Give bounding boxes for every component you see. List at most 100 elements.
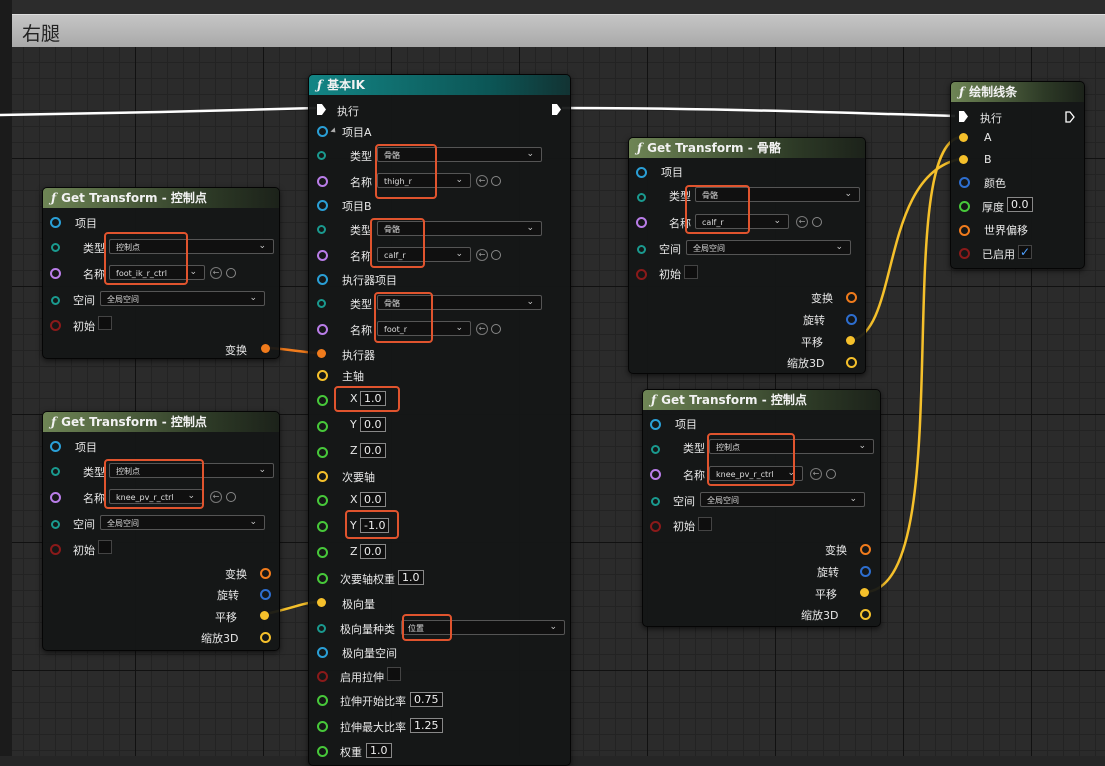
enum-pin[interactable]: [51, 296, 60, 305]
vector-pin[interactable]: [860, 609, 871, 620]
reset-arrow-icon[interactable]: ←: [210, 491, 222, 503]
enabled-checkbox[interactable]: ✓: [1018, 245, 1032, 259]
reset-arrow-icon[interactable]: ←: [476, 323, 488, 335]
float-pin[interactable]: [317, 421, 328, 432]
enum-pin[interactable]: [51, 243, 60, 252]
thickness-field[interactable]: 0.0: [1007, 197, 1033, 212]
enum-pin[interactable]: [317, 299, 326, 308]
node-title[interactable]: ƒ 基本IK: [309, 75, 570, 95]
float-pin[interactable]: [959, 201, 970, 212]
initial-checkbox[interactable]: [98, 316, 112, 330]
exec-out-pin[interactable]: [552, 104, 561, 115]
name-pin[interactable]: [317, 250, 328, 261]
bool-pin[interactable]: [650, 521, 661, 532]
bool-pin[interactable]: [959, 248, 970, 259]
node-title[interactable]: ƒ 绘制线条: [951, 82, 1084, 102]
transform-pin[interactable]: [860, 544, 871, 555]
reset-arrow-icon[interactable]: ←: [476, 175, 488, 187]
struct-pin[interactable]: [636, 167, 647, 178]
enum-pin[interactable]: [51, 520, 60, 529]
exec-in-pin[interactable]: [317, 104, 326, 115]
space-dropdown[interactable]: 全局空间 ⌄: [686, 240, 851, 255]
float-pin[interactable]: [317, 573, 328, 584]
struct-pin[interactable]: [50, 217, 61, 228]
name-pin[interactable]: [636, 217, 647, 228]
float-pin[interactable]: [317, 521, 328, 532]
name-pin[interactable]: [317, 176, 328, 187]
name-pin[interactable]: [50, 268, 61, 279]
reset-arrow-icon[interactable]: ←: [210, 267, 222, 279]
secondary-z-field[interactable]: 0.0: [360, 544, 386, 559]
float-pin[interactable]: [317, 721, 328, 732]
bool-pin[interactable]: [50, 320, 61, 331]
search-icon[interactable]: [226, 492, 236, 502]
search-icon[interactable]: [491, 176, 501, 186]
draw-line-node[interactable]: ƒ 绘制线条 执行 A B 颜色 厚度 0.0 世界偏移 已启用 ✓: [950, 81, 1085, 269]
enum-pin[interactable]: [637, 193, 646, 202]
node-title[interactable]: ƒ Get Transform - 骨骼: [629, 138, 865, 158]
reset-arrow-icon[interactable]: ←: [796, 216, 808, 228]
secondary-weight-field[interactable]: 1.0: [398, 570, 424, 585]
search-icon[interactable]: [226, 268, 236, 278]
struct-pin[interactable]: [317, 126, 328, 137]
node-title[interactable]: ƒ Get Transform - 控制点: [643, 390, 880, 410]
float-pin[interactable]: [317, 447, 328, 458]
stretch-max-field[interactable]: 1.25: [410, 718, 443, 733]
float-pin[interactable]: [317, 547, 328, 558]
get-transform-control-node[interactable]: ƒ Get Transform - 控制点 项目 类型 控制点 ⌄ 名称 knee_…: [42, 411, 280, 651]
transform-pin[interactable]: [846, 292, 857, 303]
float-pin[interactable]: [317, 495, 328, 506]
bool-pin[interactable]: [50, 544, 61, 555]
search-icon[interactable]: [812, 217, 822, 227]
bool-pin[interactable]: [317, 671, 328, 682]
reset-arrow-icon[interactable]: ←: [810, 468, 822, 480]
get-transform-control-node[interactable]: ƒ Get Transform - 控制点 项目 类型 控制点 ⌄ 名称 knee_…: [642, 389, 881, 627]
primary-y-field[interactable]: 0.0: [360, 417, 386, 432]
rotator-pin[interactable]: [860, 566, 871, 577]
initial-checkbox[interactable]: [98, 540, 112, 554]
enum-pin[interactable]: [317, 624, 326, 633]
color-pin[interactable]: [959, 177, 970, 188]
enum-pin[interactable]: [651, 497, 660, 506]
vector-pin[interactable]: [260, 632, 271, 643]
space-dropdown[interactable]: 全局空间 ⌄: [700, 492, 865, 507]
vector-pin[interactable]: [959, 133, 968, 142]
search-icon[interactable]: [491, 324, 501, 334]
struct-pin[interactable]: [50, 441, 61, 452]
vector-pin[interactable]: [846, 357, 857, 368]
float-pin[interactable]: [317, 746, 328, 757]
float-pin[interactable]: [317, 695, 328, 706]
reset-arrow-icon[interactable]: ←: [476, 249, 488, 261]
exec-in-pin[interactable]: [959, 111, 968, 122]
struct-pin[interactable]: [650, 419, 661, 430]
initial-checkbox[interactable]: [684, 265, 698, 279]
search-icon[interactable]: [826, 469, 836, 479]
basic-ik-node[interactable]: ƒ 基本IK 执行 项目A 类型 骨骼 ⌄ 名称 thigh_r ⌄ ← 项目B 类型…: [308, 74, 571, 766]
name-pin[interactable]: [650, 469, 661, 480]
vector-pin[interactable]: [317, 598, 326, 607]
transform-pin[interactable]: [959, 225, 970, 236]
transform-pin[interactable]: [260, 568, 271, 579]
struct-pin[interactable]: [317, 647, 328, 658]
enum-pin[interactable]: [637, 245, 646, 254]
vector-pin[interactable]: [260, 611, 269, 620]
name-pin[interactable]: [50, 492, 61, 503]
transform-pin[interactable]: [261, 344, 270, 353]
vector-pin[interactable]: [959, 155, 968, 164]
name-pin[interactable]: [317, 324, 328, 335]
rotator-pin[interactable]: [846, 314, 857, 325]
get-transform-bone-node[interactable]: ƒ Get Transform - 骨骼 项目 类型 骨骼 ⌄ 名称 calf_r ⌄…: [628, 137, 866, 374]
secondary-x-field[interactable]: 0.0: [360, 492, 386, 507]
enum-pin[interactable]: [317, 151, 326, 160]
float-pin[interactable]: [317, 395, 328, 406]
space-dropdown[interactable]: 全局空间 ⌄: [100, 291, 265, 306]
vector-pin[interactable]: [317, 471, 328, 482]
node-title[interactable]: ƒ Get Transform - 控制点: [43, 412, 279, 432]
space-dropdown[interactable]: 全局空间 ⌄: [100, 515, 265, 530]
vector-pin[interactable]: [860, 588, 869, 597]
rotator-pin[interactable]: [260, 589, 271, 600]
node-title[interactable]: ƒ Get Transform - 控制点: [43, 188, 279, 208]
struct-pin[interactable]: [317, 200, 328, 211]
enable-stretch-checkbox[interactable]: [387, 667, 401, 681]
stretch-start-field[interactable]: 0.75: [410, 692, 443, 707]
